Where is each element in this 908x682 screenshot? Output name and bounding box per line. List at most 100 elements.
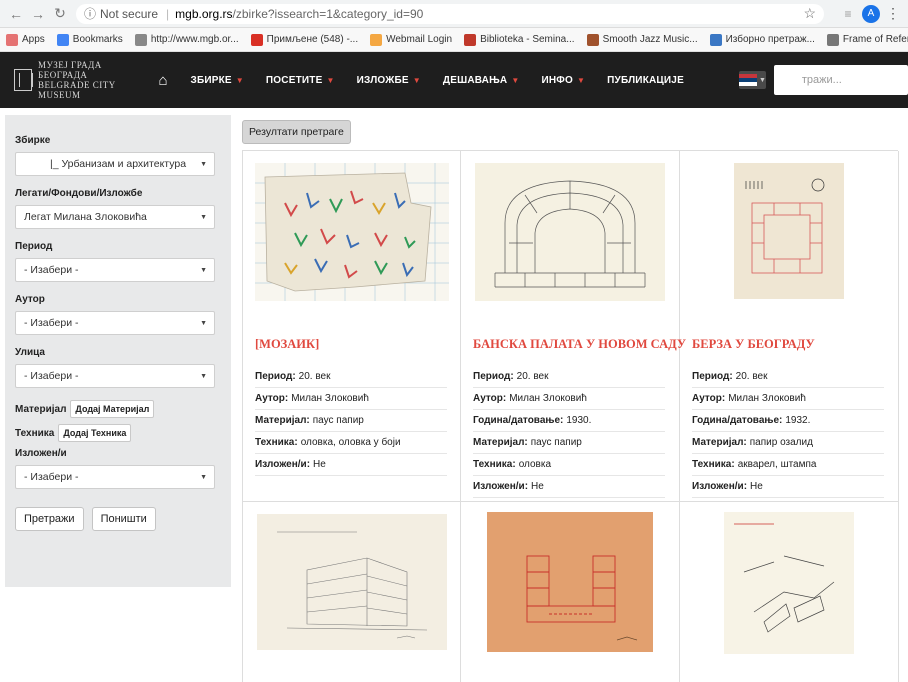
- period-label: Период: [15, 241, 53, 252]
- info-icon[interactable]: ⓘ: [84, 5, 96, 22]
- meta-row: Аутор: Милан Злоковић: [473, 388, 665, 410]
- mail-icon: [250, 33, 263, 46]
- result-card-banska-palata[interactable]: БАНСКА ПАЛАТА У НОВОМ САДУ Период: 20. ве…: [461, 151, 686, 502]
- caret-down-icon: ▼: [235, 75, 244, 85]
- meta-row: Година/датовање: 1932.: [692, 410, 884, 432]
- legati-label: Легати/Фондови/Изложбе: [15, 188, 143, 199]
- forward-icon[interactable]: →: [30, 6, 46, 22]
- red-floor-plan-thumbnail[interactable]: [487, 512, 653, 652]
- izlozen-label: Изложен/и: [15, 448, 67, 459]
- menu-item-publikacije[interactable]: ПУБЛИКАЦИЈЕ: [596, 52, 695, 108]
- extension-icon[interactable]: ≡: [840, 7, 856, 21]
- legati-select[interactable]: Легат Милана Злоковића ▼: [15, 205, 215, 229]
- card-title[interactable]: БАНСКА ПАЛАТА У НОВОМ САДУ: [473, 337, 686, 352]
- bookmark-item[interactable]: Frame of Reference...: [826, 33, 908, 46]
- globe-icon: [826, 33, 839, 46]
- bookmark-item[interactable]: Изборно претраж...: [709, 33, 815, 46]
- meta-key: Година/датовање:: [473, 415, 564, 426]
- meta-value: Милан Злоковић: [291, 393, 369, 404]
- meta-row: Аутор: Милан Злоковић: [692, 388, 884, 410]
- menu-item-posetite[interactable]: ПОСЕТИТЕ ▼: [255, 52, 346, 108]
- museum-logo[interactable]: МУЗЕЈ ГРАДА БЕОГРАДА BELGRADE CITY MUSEU…: [14, 60, 136, 100]
- dropdown-arrow-icon: ▼: [200, 213, 207, 221]
- bookmark-label: Webmail Login: [386, 34, 453, 45]
- add-technique-button[interactable]: Додај Техника: [58, 424, 132, 442]
- bookmark-star-icon[interactable]: ☆: [803, 5, 816, 22]
- meta-value: 1932.: [785, 415, 811, 426]
- address-separator: |: [166, 6, 170, 21]
- meta-row: Период: 20. век: [692, 366, 884, 388]
- caret-down-icon: ▼: [326, 75, 335, 85]
- bookmark-item[interactable]: http://www.mgb.or...: [134, 33, 239, 46]
- webmail-icon: [370, 33, 383, 46]
- meta-value: Не: [531, 481, 544, 492]
- select-value: - Изабери -: [24, 471, 79, 483]
- meta-key: Период:: [692, 371, 733, 382]
- result-card-4[interactable]: [243, 502, 461, 682]
- result-card-berza[interactable]: БЕРЗА У БЕОГРАДУ Период: 20. век Аутор: Ми…: [680, 151, 899, 502]
- floor-plan-thumbnail[interactable]: [475, 163, 665, 301]
- language-selector[interactable]: ▼: [738, 71, 766, 89]
- bookmark-item[interactable]: Примљене (548) -...: [250, 33, 359, 46]
- meta-key: Техника:: [255, 437, 298, 448]
- menu-item-desavanja[interactable]: ДЕШАВАЊА ▼: [432, 52, 531, 108]
- result-card-6[interactable]: [680, 502, 899, 682]
- meta-row: Период: 20. век: [473, 366, 665, 388]
- search-results-button[interactable]: Резултати претраге: [242, 120, 351, 144]
- bookmark-item[interactable]: Bookmarks: [56, 33, 123, 46]
- menu-item-izlozbe[interactable]: ИЗЛОЖБЕ ▼: [346, 52, 432, 108]
- dropdown-arrow-icon: ▼: [200, 372, 207, 380]
- home-icon[interactable]: ⌂: [158, 72, 167, 89]
- menu-label: ПУБЛИКАЦИЈЕ: [607, 74, 684, 86]
- back-icon[interactable]: ←: [8, 6, 24, 22]
- apps-icon: [6, 33, 18, 46]
- meta-value: паус папир: [312, 415, 364, 426]
- menu-item-info[interactable]: ИНФО ▼: [530, 52, 596, 108]
- izlozen-select[interactable]: - Изабери - ▼: [15, 465, 215, 489]
- select-value: |_ Урбанизам и архитектура: [50, 158, 187, 170]
- library-icon: [464, 33, 477, 46]
- reload-icon[interactable]: ↻: [52, 5, 68, 22]
- logo-line2: BELGRADE CITY MUSEUM: [38, 80, 116, 100]
- profile-avatar[interactable]: A: [862, 4, 880, 23]
- address-bar[interactable]: ⓘ Not secure | mgb.org.rs /zbirke?issear…: [76, 3, 824, 24]
- add-material-button[interactable]: Додај Материјал: [70, 400, 155, 418]
- menu-item-zbirke[interactable]: ЗБИРКЕ ▼: [180, 52, 255, 108]
- autor-select[interactable]: - Изабери - ▼: [15, 311, 215, 335]
- result-card-5[interactable]: [461, 502, 680, 682]
- card-title[interactable]: [МОЗАИК]: [255, 337, 319, 352]
- period-select[interactable]: - Изабери - ▼: [15, 258, 215, 282]
- menu-label: ЗБИРКЕ: [190, 74, 232, 86]
- meta-row: Техника: оловка, оловка у боји: [255, 432, 447, 454]
- bookmark-label: Примљене (548) -...: [266, 34, 359, 45]
- browser-menu-icon[interactable]: ⋮: [886, 5, 900, 22]
- mosaic-drawing-thumbnail[interactable]: [255, 163, 449, 301]
- results-grid: [МОЗАИК] Период: 20. век Аутор: Милан Злок…: [242, 150, 899, 682]
- bookmark-item[interactable]: Smooth Jazz Music...: [586, 33, 698, 46]
- meta-row: Изложен/и: Не: [255, 454, 447, 476]
- card-meta: Период: 20. век Аутор: Милан Злоковић Мате…: [255, 366, 447, 476]
- search-button[interactable]: Претражи: [15, 507, 84, 531]
- search-site-icon: [709, 33, 722, 46]
- browser-toolbar: ← → ↻ ⓘ Not secure | mgb.org.rs /zbirke?…: [0, 0, 908, 28]
- site-search-input[interactable]: тражи...: [773, 65, 908, 95]
- zbirke-label: Збирке: [15, 135, 51, 146]
- dropdown-arrow-icon: ▼: [200, 160, 207, 168]
- bookmark-item[interactable]: Apps: [6, 33, 45, 46]
- building-perspective-thumbnail[interactable]: [257, 514, 447, 650]
- meta-row: Година/датовање: 1930.: [473, 410, 665, 432]
- sketch-thumbnail[interactable]: [724, 512, 854, 654]
- serbian-flag-icon: [738, 74, 757, 86]
- ulica-label: Улица: [15, 347, 45, 358]
- stock-exchange-plan-thumbnail[interactable]: [734, 163, 844, 299]
- result-card-mozaik[interactable]: [МОЗАИК] Период: 20. век Аутор: Милан Злок…: [243, 151, 461, 502]
- ulica-select[interactable]: - Изабери - ▼: [15, 364, 215, 388]
- meta-row: Техника: оловка: [473, 454, 665, 476]
- bookmark-item[interactable]: Webmail Login: [370, 33, 453, 46]
- zbirke-select[interactable]: |_ Урбанизам и архитектура ▼: [15, 152, 215, 176]
- meta-value: Милан Злоковић: [728, 393, 806, 404]
- card-title[interactable]: БЕРЗА У БЕОГРАДУ: [692, 337, 815, 352]
- meta-key: Аутор:: [692, 393, 726, 404]
- bookmark-item[interactable]: Biblioteka - Semina...: [464, 33, 575, 46]
- reset-button[interactable]: Поништи: [91, 507, 156, 531]
